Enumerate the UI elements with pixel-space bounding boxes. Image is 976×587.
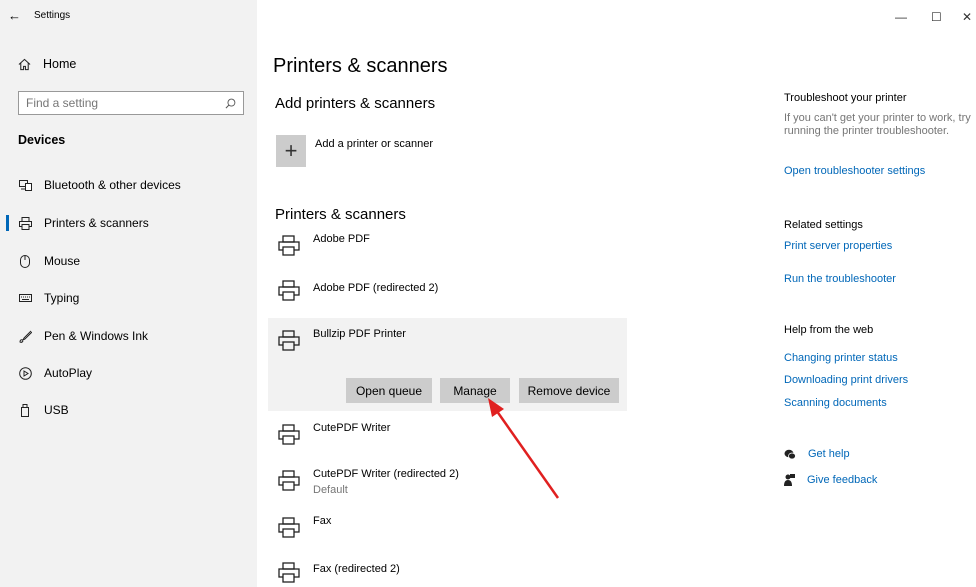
- minimize-icon[interactable]: —: [895, 10, 907, 24]
- pen-icon: [18, 330, 32, 343]
- printer-item[interactable]: CutePDF Writer: [268, 418, 627, 456]
- close-icon[interactable]: ✕: [962, 10, 972, 24]
- printer-name: Bullzip PDF Printer: [313, 328, 406, 340]
- sidebar-item-label: Typing: [44, 291, 80, 305]
- sidebar-item-label: Mouse: [44, 254, 81, 268]
- search-input[interactable]: Find a setting: [18, 91, 244, 115]
- printer-item[interactable]: CutePDF Writer (redirected 2) Default: [268, 463, 627, 503]
- get-help-icon: [784, 449, 796, 459]
- app-title: Settings: [34, 10, 71, 21]
- run-troubleshooter-link[interactable]: Run the troubleshooter: [784, 273, 896, 285]
- printer-name: CutePDF Writer: [313, 422, 391, 434]
- printer-name: Adobe PDF (redirected 2): [313, 282, 439, 294]
- print-server-properties-link[interactable]: Print server properties: [784, 240, 892, 252]
- printers-list-title: Printers & scanners: [275, 206, 406, 223]
- printer-icon: [278, 517, 300, 538]
- section-title: Devices: [18, 133, 66, 147]
- printer-icon: [18, 216, 32, 230]
- scanning-documents-link[interactable]: Scanning documents: [784, 397, 887, 409]
- keyboard-icon: [18, 294, 32, 302]
- printer-item[interactable]: Fax: [268, 511, 627, 549]
- sidebar-item-label: Printers & scanners: [44, 216, 149, 230]
- printer-icon: [278, 424, 300, 445]
- add-section-title: Add printers & scanners: [275, 95, 436, 112]
- plus-icon: +: [284, 138, 298, 163]
- printer-name: Adobe PDF: [313, 233, 370, 245]
- printer-item[interactable]: Adobe PDF (redirected 2): [268, 274, 627, 312]
- get-help-link[interactable]: Get help: [784, 448, 850, 460]
- maximize-icon[interactable]: ☐: [931, 10, 942, 24]
- annotation-arrow: [488, 398, 560, 499]
- changing-printer-status-link[interactable]: Changing printer status: [784, 352, 898, 364]
- add-printer-button[interactable]: +: [276, 135, 306, 167]
- home-icon: [18, 58, 31, 70]
- give-feedback-label: Give feedback: [807, 474, 878, 486]
- sidebar-item-typing[interactable]: Typing: [0, 283, 257, 313]
- sidebar-item-label: AutoPlay: [44, 366, 93, 380]
- mouse-icon: [18, 254, 32, 268]
- give-feedback-link[interactable]: Give feedback: [784, 474, 877, 486]
- sidebar-item-printers[interactable]: Printers & scanners: [0, 208, 257, 238]
- page-title: Printers & scanners: [273, 55, 448, 77]
- usb-icon: [18, 403, 32, 417]
- search-placeholder: Find a setting: [26, 96, 99, 110]
- sidebar-item-label: Bluetooth & other devices: [44, 178, 181, 192]
- printer-item[interactable]: Fax (redirected 2): [268, 556, 627, 587]
- printer-name: Fax: [313, 515, 332, 527]
- printer-item[interactable]: Adobe PDF: [268, 229, 627, 267]
- add-printer-label[interactable]: Add a printer or scanner: [315, 138, 433, 150]
- sidebar-item-label: USB: [44, 403, 69, 417]
- printer-name: Fax (redirected 2): [313, 563, 400, 575]
- sidebar-item-usb[interactable]: USB: [0, 395, 257, 425]
- home-nav-item[interactable]: Home: [18, 57, 76, 71]
- sidebar-item-autoplay[interactable]: AutoPlay: [0, 358, 257, 388]
- sidebar: ← Settings Home Find a setting Devices B…: [0, 0, 257, 587]
- related-settings-title: Related settings: [784, 219, 863, 231]
- sidebar-item-bluetooth[interactable]: Bluetooth & other devices: [0, 170, 257, 200]
- troubleshoot-text: If you can't get your printer to work, t…: [784, 112, 971, 137]
- printer-icon: [278, 235, 300, 256]
- troubleshoot-title: Troubleshoot your printer: [784, 92, 907, 104]
- sidebar-item-label: Pen & Windows Ink: [44, 329, 149, 343]
- get-help-label: Get help: [808, 448, 850, 460]
- downloading-drivers-link[interactable]: Downloading print drivers: [784, 374, 908, 386]
- printer-icon: [278, 330, 300, 351]
- bluetooth-devices-icon: [18, 179, 32, 191]
- sidebar-item-pen[interactable]: Pen & Windows Ink: [0, 321, 257, 351]
- title-bar: ← Settings: [0, 0, 257, 30]
- open-troubleshooter-link[interactable]: Open troubleshooter settings: [784, 165, 925, 177]
- sidebar-item-mouse[interactable]: Mouse: [0, 246, 257, 276]
- printer-default-label: Default: [313, 484, 348, 496]
- search-icon: [225, 98, 236, 108]
- printer-icon: [278, 562, 300, 583]
- printer-item-selected[interactable]: Bullzip PDF Printer Open queue Manage Re…: [268, 318, 627, 411]
- printer-icon: [278, 470, 300, 491]
- back-arrow-icon[interactable]: ←: [8, 8, 21, 23]
- feedback-icon: [784, 474, 795, 486]
- help-from-web-title: Help from the web: [784, 324, 874, 336]
- printer-name: CutePDF Writer (redirected 2): [313, 468, 459, 480]
- printer-icon: [278, 280, 300, 301]
- home-label: Home: [43, 57, 77, 71]
- autoplay-icon: [18, 366, 32, 380]
- open-queue-button[interactable]: Open queue: [346, 378, 432, 403]
